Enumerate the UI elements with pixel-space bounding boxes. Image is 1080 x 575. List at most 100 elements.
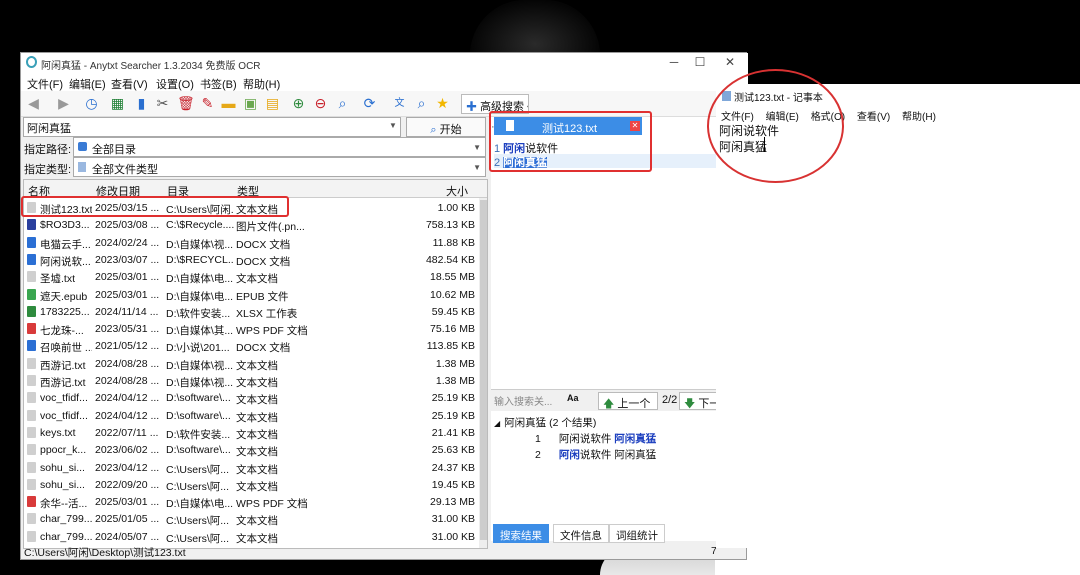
- cell-type: DOCX 文档: [236, 342, 291, 355]
- search-input[interactable]: 阿闲真猛: [23, 117, 401, 137]
- zoom-out-icon[interactable]: ⊖: [312, 95, 329, 112]
- file-row[interactable]: 遮天.epub 2025/03/01 ... D:\自媒体\电... EPUB 文件 1…: [24, 286, 479, 303]
- file-row[interactable]: $RO3D3... 2025/03/08 ... C:\$Recycle.... 图片…: [24, 216, 479, 233]
- file-row[interactable]: voc_tfidf... 2024/04/12 ... D:\software\..…: [24, 389, 479, 406]
- file-type-icon: [27, 478, 36, 490]
- file-row[interactable]: 西游记.txt 2024/08/28 ... D:\自媒体\视... 文本文档 1.38…: [24, 372, 479, 389]
- title-bar: 阿闲真猛 - Anytxt Searcher 1.3.2034 免费版 OCR …: [21, 53, 748, 73]
- result-item[interactable]: 1 阿闲说软件 阿闲真猛: [535, 431, 656, 446]
- cell-size: 75.16 MB: [430, 323, 475, 336]
- file-row[interactable]: sohu_si... 2023/04/12 ... C:\Users\阿... 文本文…: [24, 459, 479, 476]
- translate-icon[interactable]: 文: [391, 95, 408, 112]
- menu-help[interactable]: 帮助(H): [243, 76, 280, 92]
- history-icon[interactable]: ◷: [83, 95, 100, 112]
- forward-icon[interactable]: ▶: [55, 95, 72, 112]
- cell-dir: D:\自媒体\视...: [166, 359, 234, 372]
- folder-icon[interactable]: ▬: [220, 95, 237, 112]
- cell-name: 遮天.epub: [40, 290, 88, 303]
- menu-bookmarks[interactable]: 书签(B): [200, 76, 237, 92]
- cell-size: 59.45 KB: [431, 305, 475, 318]
- cell-type: WPS PDF 文档: [236, 325, 308, 338]
- tab-search-results[interactable]: 搜索结果: [493, 524, 549, 543]
- file-type-icon: [27, 461, 36, 473]
- file-row[interactable]: keys.txt 2022/07/11 ... D:\软件安装... 文本文档 21.4…: [24, 424, 479, 441]
- import-icon[interactable]: ▣: [242, 95, 259, 112]
- cell-type: 文本文档: [236, 515, 278, 528]
- file-row[interactable]: ppocr_k... 2023/06/02 ... D:\software\... 文…: [24, 441, 479, 458]
- file-row[interactable]: 召唤前世 ... 2021/05/12 ... D:\小说\201... DOCX 文…: [24, 337, 479, 354]
- tools-icon[interactable]: ✎: [199, 95, 216, 112]
- cell-type: WPS PDF 文档: [236, 498, 308, 511]
- maximize-button[interactable]: ☐: [685, 55, 715, 71]
- cell-type: 文本文档: [236, 480, 278, 493]
- cell-dir: D:\software\...: [166, 392, 231, 405]
- path-select[interactable]: 全部目录 ▼: [73, 137, 486, 157]
- cell-size: 113.85 KB: [426, 340, 475, 353]
- refresh-icon[interactable]: ⟳: [361, 95, 378, 112]
- cell-name: 圣墟.txt: [40, 273, 76, 286]
- file-row[interactable]: 余华--活... 2025/03/01 ... D:\自媒体\电... WPS PDF…: [24, 493, 479, 510]
- cell-name: sohu_si...: [40, 478, 85, 491]
- arrow-down-icon: 🡇: [684, 398, 696, 410]
- result-item[interactable]: 2 阿闲说软件 阿闲真猛: [535, 447, 656, 462]
- result-highlight: 阿闲: [558, 449, 580, 461]
- np-menu-view[interactable]: 查看(V): [857, 112, 890, 123]
- file-row[interactable]: 电猫云手... 2024/02/24 ... D:\自媒体\视... DOCX 文档 1…: [24, 234, 479, 251]
- file-row[interactable]: 圣墟.txt 2025/03/01 ... D:\自媒体\电... 文本文档 18.55…: [24, 268, 479, 285]
- cell-type: EPUB 文件: [236, 290, 289, 303]
- cell-name: keys.txt: [40, 426, 76, 439]
- delete-icon[interactable]: 🗑: [177, 95, 195, 112]
- tab-file-info[interactable]: 文件信息: [553, 524, 609, 543]
- cell-date: 2024/04/12 ...: [95, 392, 160, 405]
- file-type-icon: [27, 219, 36, 231]
- search-icon[interactable]: ⌕: [334, 95, 351, 112]
- file-row[interactable]: 1783225... 2024/11/14 ... D:\软件安装... XLSX 工…: [24, 303, 479, 320]
- document-icon[interactable]: ▮: [133, 95, 150, 112]
- background-figure: [470, 0, 600, 55]
- cell-type: XLSX 工作表: [236, 307, 298, 320]
- file-row[interactable]: 西游记.txt 2024/08/28 ... D:\自媒体\视... 文本文档 1.38…: [24, 355, 479, 372]
- file-row[interactable]: voc_tfidf... 2024/04/12 ... D:\software\..…: [24, 407, 479, 424]
- cell-dir: D:\自媒体\视...: [166, 238, 234, 251]
- menu-edit[interactable]: 编辑(E): [69, 76, 106, 92]
- cell-name: 阿闲说软...: [40, 255, 91, 268]
- cell-date: 2024/02/24 ...: [95, 236, 160, 249]
- excel-export-icon[interactable]: ▦: [109, 95, 126, 112]
- menu-view[interactable]: 查看(V): [111, 76, 148, 92]
- tab-phrase-stats[interactable]: 词组统计: [609, 524, 665, 543]
- zoom-in-icon[interactable]: ⊕: [290, 95, 307, 112]
- file-row[interactable]: 七龙珠-... 2023/05/31 ... D:\自媒体\其... WPS PDF …: [24, 320, 479, 337]
- ocr-search-icon[interactable]: ⌕: [413, 95, 430, 112]
- cell-name: 余华--活...: [40, 498, 88, 511]
- back-icon[interactable]: ◀: [25, 95, 42, 112]
- type-select[interactable]: 全部文件类型 ▼: [73, 157, 486, 177]
- cell-type: 文本文档: [236, 463, 278, 476]
- cell-date: 2024/08/28 ...: [95, 375, 160, 387]
- np-menu-help[interactable]: 帮助(H): [902, 112, 936, 123]
- previous-match-button[interactable]: 🡅 上一个: [598, 392, 658, 410]
- close-button[interactable]: ✕: [715, 55, 745, 71]
- file-row[interactable]: sohu_si... 2022/09/20 ... C:\Users\阿... 文本文…: [24, 476, 479, 493]
- scrollbar-thumb[interactable]: [480, 200, 487, 540]
- keyword-input[interactable]: 输入搜索关...: [494, 393, 564, 409]
- file-type-icon: [27, 236, 36, 248]
- menu-settings[interactable]: 设置(O): [156, 76, 194, 92]
- cut-icon[interactable]: ✂: [154, 95, 171, 112]
- file-row[interactable]: 阿闲说软... 2023/03/07 ... D:\$RECYCL... DOCX 文…: [24, 251, 479, 268]
- column-size[interactable]: 大小: [446, 183, 468, 199]
- match-case-button[interactable]: Aa: [567, 393, 587, 409]
- window-title: 阿闲真猛 - Anytxt Searcher 1.3.2034 免费版 OCR: [41, 61, 261, 72]
- scrollbar[interactable]: [479, 198, 487, 548]
- file-type-icon: [27, 253, 36, 265]
- menu-file[interactable]: 文件(F): [27, 76, 63, 92]
- start-search-button[interactable]: ⌕ 开始: [406, 117, 486, 137]
- result-text-after: 说软件 阿闲真猛: [579, 449, 657, 461]
- cell-size: 11.88 KB: [432, 236, 475, 249]
- export-icon[interactable]: ▤: [264, 95, 281, 112]
- star-icon[interactable]: ★: [434, 95, 451, 112]
- cell-date: 2023/04/12 ...: [95, 461, 160, 474]
- file-row[interactable]: char_799... 2025/01/05 ... C:\Users\阿... 文本…: [24, 510, 479, 527]
- results-header[interactable]: ◢ 阿闲真猛 (2 个结果): [494, 415, 596, 430]
- search-history-dropdown-icon[interactable]: ▼: [389, 121, 397, 130]
- cell-dir: D:\自媒体\电...: [166, 290, 234, 303]
